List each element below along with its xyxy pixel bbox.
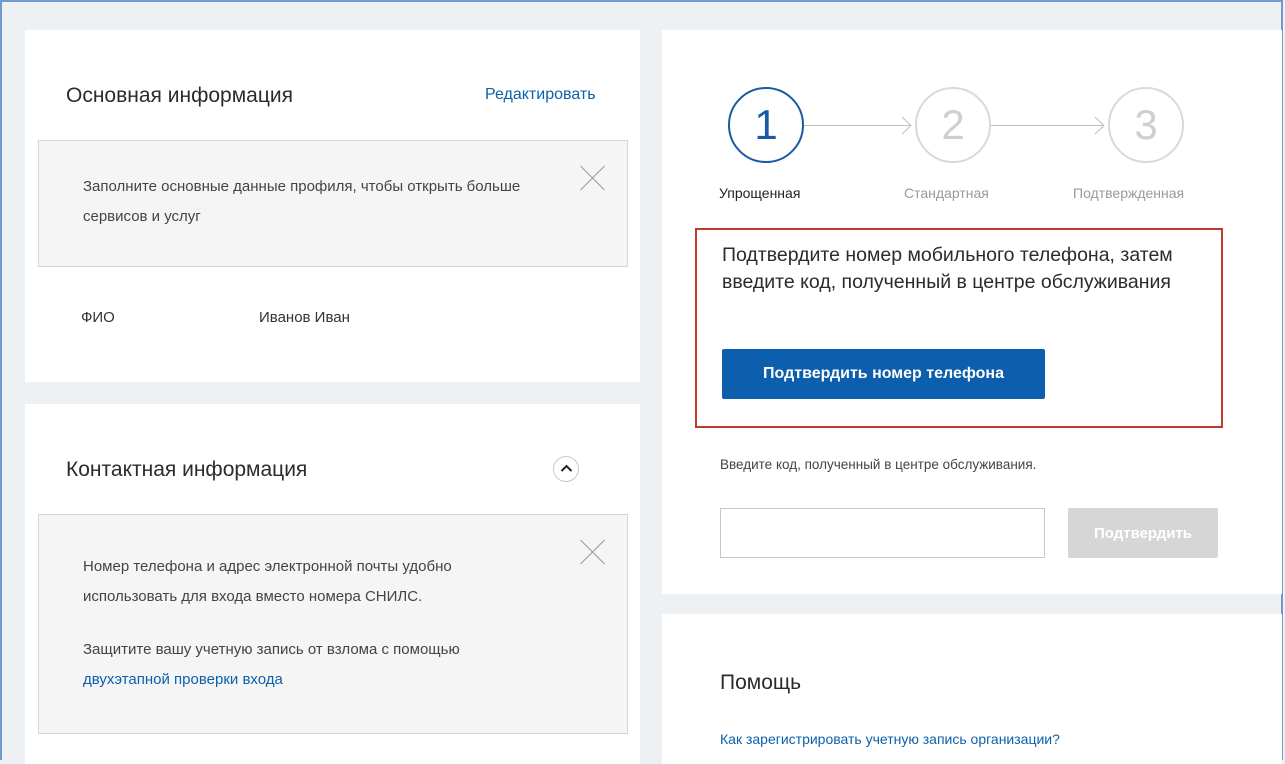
collapse-button[interactable] (553, 456, 579, 482)
fio-value: Иванов Иван (259, 309, 350, 326)
step-1-circle: 1 (728, 87, 804, 163)
two-step-link[interactable]: двухэтапной проверки входа (83, 665, 283, 695)
step-2-label: Стандартная (904, 185, 989, 201)
help-card: Помощь Как зарегистрировать учетную запи… (662, 614, 1282, 764)
contact-info-notice: Номер телефона и адрес электронной почты… (38, 514, 628, 734)
basic-notice-text: Заполните основные данные профиля, чтобы… (83, 178, 521, 225)
basic-info-notice: Заполните основные данные профиля, чтобы… (38, 140, 628, 267)
code-input[interactable] (720, 508, 1045, 558)
step-connector (991, 125, 1103, 126)
confirm-phone-text: Подтвердите номер мобильного телефона, з… (722, 244, 1173, 293)
contact-info-card: Контактная информация Номер телефона и а… (25, 404, 640, 764)
contact-notice-text-1: Номер телефона и адрес электронной почты… (83, 558, 452, 605)
close-icon[interactable] (580, 165, 606, 191)
contact-notice-text-2: Защитите вашу учетную запись от взлома с… (83, 641, 460, 658)
basic-info-card: Основная информация Редактировать Заполн… (25, 30, 640, 382)
step-3-circle: 3 (1108, 87, 1184, 163)
account-status-card: 1 2 3 Упрощенная Стандартная Подтвержден… (662, 30, 1282, 594)
close-icon[interactable] (580, 539, 606, 565)
chevron-up-icon (560, 464, 573, 472)
confirm-phone-button[interactable]: Подтвердить номер телефона (722, 349, 1045, 399)
contact-info-title: Контактная информация (66, 458, 308, 481)
basic-info-title: Основная информация (66, 84, 293, 107)
step-2-circle: 2 (915, 87, 991, 163)
confirm-code-button[interactable]: Подтвердить (1068, 508, 1218, 558)
confirm-phone-box: Подтвердите номер мобильного телефона, з… (695, 228, 1223, 428)
step-3-label: Подтвержденная (1073, 185, 1185, 201)
step-connector (804, 125, 910, 126)
code-hint: Введите код, полученный в центре обслужи… (720, 457, 1037, 472)
help-title: Помощь (720, 671, 802, 694)
step-1-label: Упрощенная (719, 185, 801, 201)
edit-link[interactable]: Редактировать (485, 86, 596, 104)
fio-label: ФИО (81, 309, 115, 326)
help-link-register-org[interactable]: Как зарегистрировать учетную запись орга… (720, 731, 1060, 747)
arrow-right-icon (901, 116, 912, 135)
arrow-right-icon (1094, 116, 1105, 135)
